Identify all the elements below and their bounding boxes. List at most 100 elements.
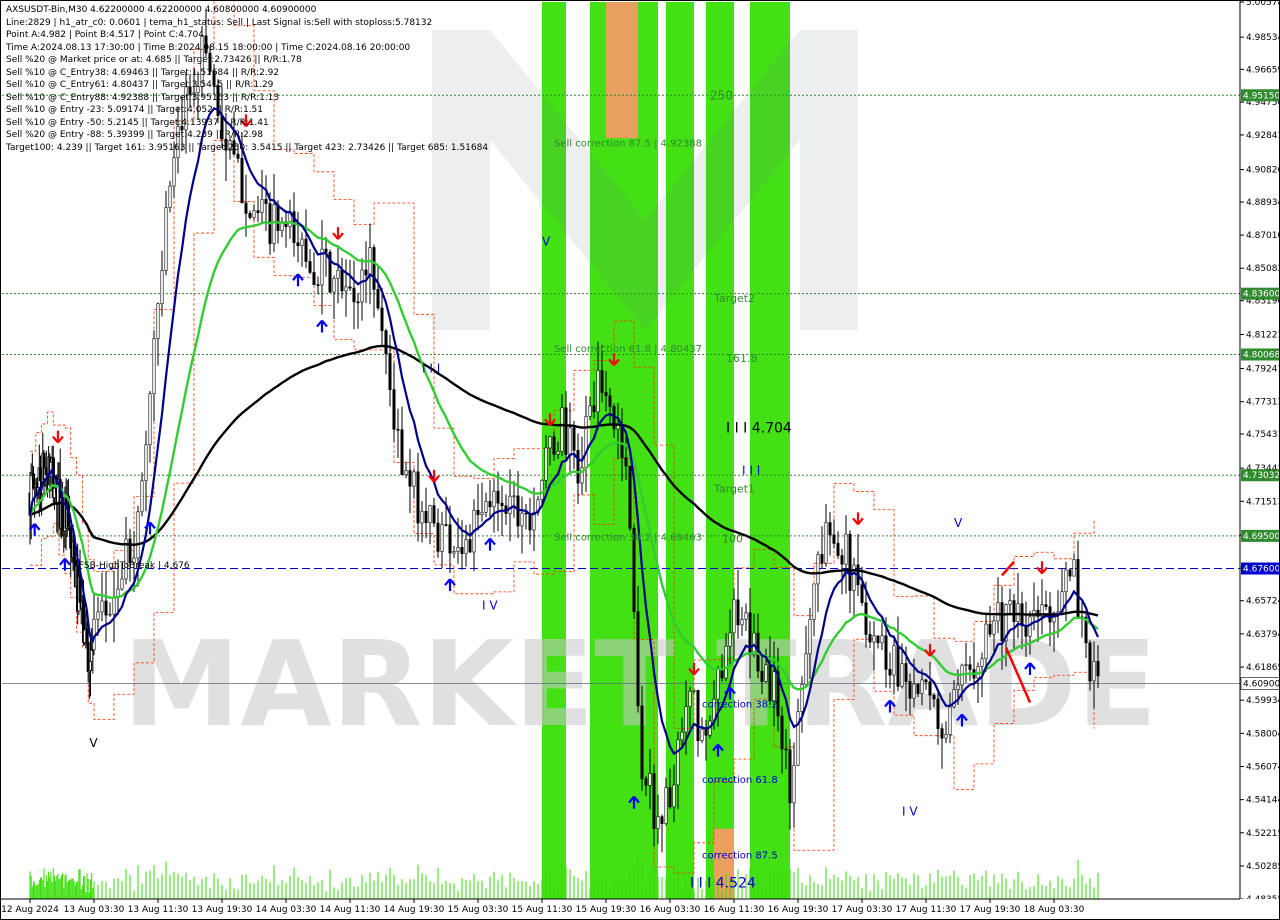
- candle-body: [484, 501, 488, 513]
- x-tick-label: 18 Aug 03:30: [1024, 905, 1085, 915]
- chart-annotation: I V: [482, 598, 498, 612]
- chart-annotation: I I I: [742, 464, 760, 478]
- candle-body: [384, 330, 388, 354]
- x-tick-label: 15 Aug 03:30: [448, 905, 509, 915]
- candle-body: [164, 207, 168, 271]
- candle-body: [432, 505, 436, 524]
- candle-body: [816, 554, 820, 585]
- candle-body: [780, 715, 784, 750]
- candle-body: [804, 653, 808, 685]
- candle-body: [732, 599, 736, 634]
- candle-body: [552, 436, 556, 455]
- candle-body: [996, 602, 1000, 622]
- sell-arrow-icon: [1036, 561, 1048, 575]
- candle-body: [912, 683, 916, 699]
- candle-body: [864, 602, 868, 635]
- candle-body: [524, 512, 528, 515]
- x-tick-label: 15 Aug 11:30: [512, 905, 573, 915]
- candle-body: [488, 501, 492, 508]
- candle-body: [604, 392, 608, 397]
- candle-body: [656, 816, 660, 829]
- candle-body: [1044, 604, 1048, 607]
- candle-body: [348, 286, 352, 289]
- candle-body: [356, 301, 360, 304]
- candle-body: [248, 213, 252, 218]
- chart-annotation: I I I 4.704: [726, 421, 792, 437]
- candle-body: [456, 547, 460, 552]
- chart-annotation: correction 87.5: [702, 851, 778, 862]
- candle-body: [932, 694, 936, 700]
- candle-body: [1096, 661, 1100, 677]
- info-line: AXSUSDT-Bin,M30 4.62200000 4.62200000 4.…: [6, 5, 317, 15]
- candle-body: [940, 728, 944, 739]
- x-tick-label: 15 Aug 19:30: [576, 905, 637, 915]
- x-tick-label: 17 Aug 03:30: [832, 905, 893, 915]
- candle-body: [100, 600, 104, 613]
- price-level-label: 4.67600: [1243, 565, 1280, 575]
- candle-body: [760, 670, 764, 682]
- candle-body: [408, 470, 412, 487]
- candle-body: [880, 635, 884, 644]
- y-tick-label: 4.77313: [1246, 398, 1280, 408]
- candle-body: [872, 635, 876, 643]
- candle-body: [512, 495, 516, 498]
- x-tick-label: 17 Aug 19:30: [960, 905, 1021, 915]
- x-tick-label: 16 Aug 03:30: [640, 905, 701, 915]
- candle-body: [716, 668, 720, 700]
- candle-body: [296, 242, 300, 246]
- candle-body: [924, 679, 928, 683]
- candle-body: [744, 612, 748, 620]
- candle-body: [428, 505, 432, 523]
- candle-body: [96, 611, 100, 620]
- candle-body: [1092, 661, 1096, 682]
- candle-body: [104, 600, 108, 616]
- x-tick-label: 16 Aug 19:30: [768, 905, 829, 915]
- y-tick-label: 4.65724: [1246, 597, 1280, 607]
- y-tick-label: 5.00578: [1246, 0, 1280, 8]
- info-line: Sell %20 @ Market price or at: 4.685 || …: [6, 55, 302, 65]
- candle-body: [784, 748, 788, 751]
- info-line: Sell %20 @ Entry -88: 5.39399 || Target:…: [6, 130, 264, 140]
- candle-body: [540, 479, 544, 500]
- info-line: Sell %10 @ Entry -23: 5.09174 || Target:…: [6, 105, 264, 115]
- candle-body: [508, 495, 512, 514]
- y-tick-label: 4.92841: [1246, 131, 1280, 141]
- candle-body: [936, 698, 940, 729]
- candle-body: [332, 278, 336, 293]
- y-tick-label: 4.54144: [1246, 796, 1280, 806]
- candle-body: [844, 533, 848, 565]
- candle-body: [948, 706, 952, 735]
- candle-body: [848, 533, 852, 591]
- x-tick-label: 12 Aug 2024: [1, 905, 59, 915]
- price-level-label: 4.73032: [1243, 471, 1280, 481]
- candle-body: [172, 157, 176, 187]
- info-line: Sell %10 @ C_Entry38: 4.69463 || Target:…: [6, 67, 280, 78]
- candle-body: [596, 370, 600, 413]
- candle-body: [1016, 603, 1020, 622]
- candle-body: [252, 210, 256, 218]
- x-tick-label: 13 Aug 19:30: [192, 905, 253, 915]
- price-level-label: 4.95150: [1243, 91, 1280, 101]
- candle-body: [544, 447, 548, 481]
- candle-body: [616, 425, 620, 430]
- chart-annotation: V: [89, 736, 98, 750]
- candle-body: [300, 238, 304, 246]
- candle-body: [820, 554, 824, 564]
- x-axis: 12 Aug 2024 13 Aug 03:30 13 Aug 11:30 13 Au…: [0, 898, 1280, 920]
- candle-body: [584, 416, 588, 468]
- chart-annotation: 161.8: [726, 352, 758, 365]
- candle-body: [244, 202, 248, 214]
- candle-body: [968, 664, 972, 670]
- candle-body: [560, 407, 564, 452]
- orange-zone: [606, 2, 638, 139]
- candle-body: [396, 428, 400, 431]
- price-level-label: 4.83600: [1243, 290, 1280, 300]
- candle-body: [628, 465, 632, 529]
- candle-body: [500, 502, 504, 507]
- candle-body: [256, 210, 260, 214]
- info-line: Sell %10 @ C_Entry61: 4.80437 || Target:…: [6, 80, 274, 90]
- chart-annotation: I I I: [422, 361, 440, 375]
- y-tick-label: 4.71513: [1246, 497, 1280, 507]
- chart-annotation: V: [954, 516, 963, 530]
- chart-annotation: V: [542, 234, 551, 248]
